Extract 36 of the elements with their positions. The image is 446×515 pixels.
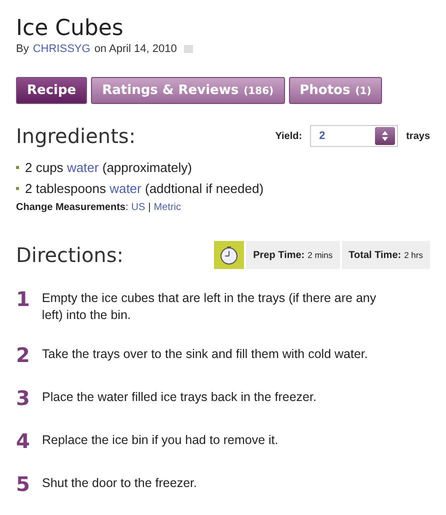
tab[interactable]: Recipe xyxy=(16,77,88,104)
time-badge: Total Time: 2 hrs xyxy=(342,241,430,269)
section-heading: Directions: xyxy=(16,243,124,267)
ingredient-line: 2 tablespoons water (addtional if needed) xyxy=(25,181,264,196)
step-number: 2 xyxy=(16,343,30,367)
step-text: Take the trays over to the sink and fill them with cold water. xyxy=(42,346,369,363)
bullet-icon xyxy=(16,187,19,190)
step-number: 3 xyxy=(16,386,30,410)
time-badge: Prep Time: 2 mins xyxy=(246,241,340,269)
date-text: on April 14, 2010 xyxy=(94,43,177,55)
tab[interactable]: Ratings & Reviews (186) xyxy=(91,77,285,104)
ingredient-link[interactable]: water xyxy=(66,160,99,175)
step-number: 4 xyxy=(16,429,30,453)
yield-field[interactable]: 2 xyxy=(310,125,398,147)
yield-label: Yield: xyxy=(275,130,302,142)
unit-link[interactable]: US xyxy=(131,202,146,213)
timer-icon xyxy=(214,241,244,269)
step-text: Replace the ice bin if you had to remove it. xyxy=(42,432,280,449)
step-number: 5 xyxy=(16,472,30,496)
spinner-icon[interactable] xyxy=(375,127,396,145)
bullet-icon xyxy=(16,166,19,169)
byline-text: By xyxy=(16,43,29,55)
step-number: 1 xyxy=(16,287,30,313)
step-text: Place the water filled ice trays back in the freezer. xyxy=(42,389,318,406)
measurements-label: Change Measurements: xyxy=(16,202,128,213)
section-heading: Ingredients: xyxy=(16,124,136,148)
yield-unit: trays xyxy=(406,130,430,142)
separator: | xyxy=(148,202,151,213)
step-text: Shut the door to the freezer. xyxy=(42,475,198,492)
author-link[interactable]: CHRISSYG xyxy=(32,43,90,55)
tab[interactable]: Photos (1) xyxy=(288,77,382,104)
unit-link[interactable]: Metric xyxy=(154,202,182,213)
ingredient-link[interactable]: water xyxy=(110,181,142,196)
step-text: Empty the ice cubes that are left in the trays (if there are any left) into the bin. xyxy=(42,290,378,324)
ingredient-line: 2 cups water (approximately) xyxy=(25,160,192,175)
recipe-title: Ice Cubes xyxy=(16,16,124,41)
